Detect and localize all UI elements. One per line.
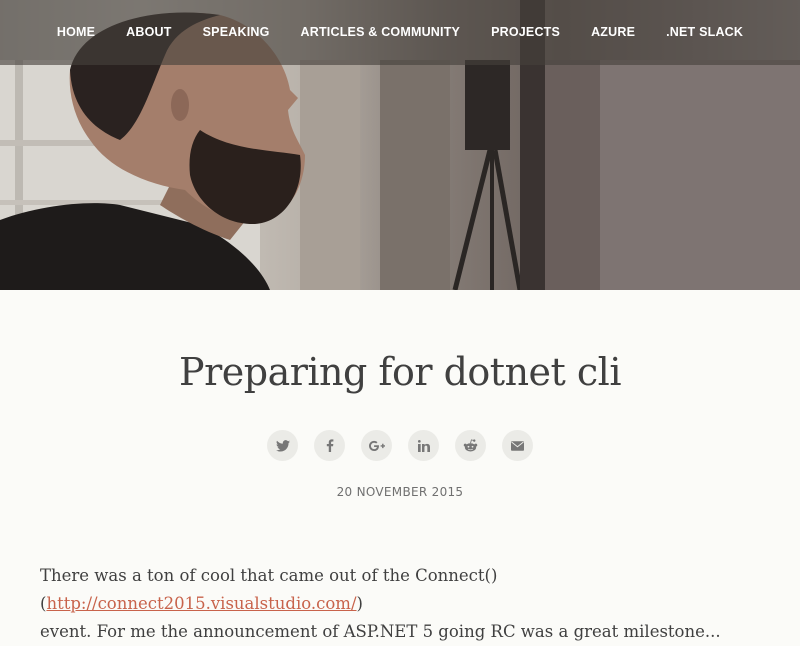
nav-about[interactable]: ABOUT (126, 25, 171, 41)
post-body-after-link: ) (356, 594, 363, 613)
share-email-button[interactable] (502, 430, 533, 461)
top-navigation: HOME ABOUT SPEAKING ARTICLES & COMMUNITY… (0, 0, 800, 65)
reddit-icon (463, 439, 478, 452)
post-title: Preparing for dotnet cli (179, 350, 621, 394)
nav-azure[interactable]: AZURE (591, 25, 635, 41)
share-twitter-button[interactable] (267, 430, 298, 461)
post-body-line2: event. For me the announcement of ASP.NE… (40, 622, 721, 641)
share-linkedin-button[interactable] (408, 430, 439, 461)
twitter-icon (275, 439, 290, 452)
nav-projects[interactable]: PROJECTS (491, 25, 560, 41)
hero-image: HOME ABOUT SPEAKING ARTICLES & COMMUNITY… (0, 0, 800, 290)
nav-home[interactable]: HOME (57, 25, 95, 41)
linkedin-icon (417, 439, 430, 452)
share-google-plus-button[interactable] (361, 430, 392, 461)
connect-link[interactable]: http://connect2015.visualstudio.com/ (46, 594, 356, 613)
nav-speaking[interactable]: SPEAKING (203, 25, 270, 41)
nav-articles-community[interactable]: ARTICLES & COMMUNITY (301, 25, 461, 41)
email-icon (511, 440, 524, 451)
google-plus-icon (368, 440, 385, 451)
share-facebook-button[interactable] (314, 430, 345, 461)
post-body: There was a ton of cool that came out of… (40, 562, 760, 646)
facebook-icon (326, 439, 333, 452)
nav-dotnet-slack[interactable]: .NET SLACK (666, 25, 743, 41)
share-buttons (0, 430, 800, 461)
post-date: 20 NOVEMBER 2015 (336, 485, 464, 499)
share-reddit-button[interactable] (455, 430, 486, 461)
